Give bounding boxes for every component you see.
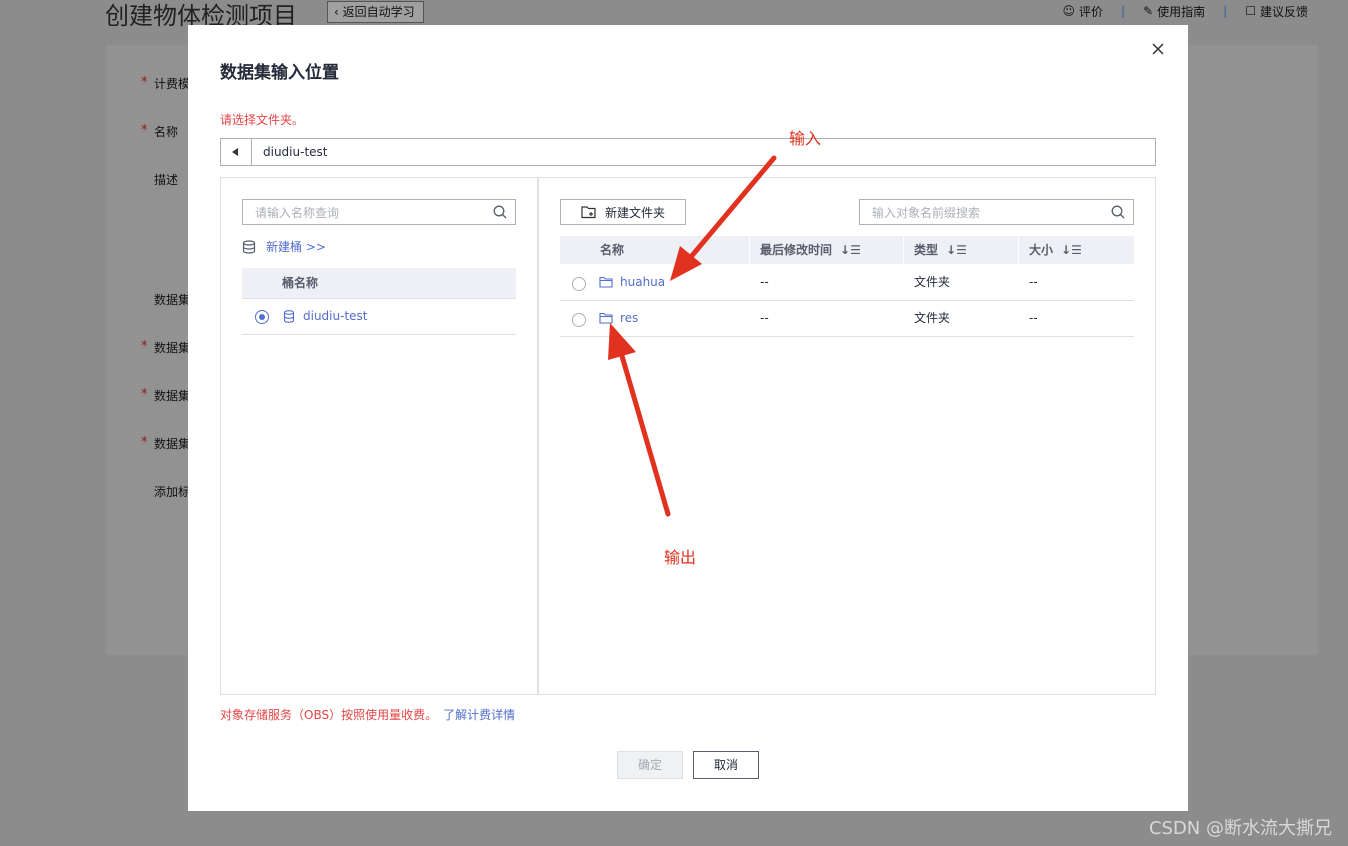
output-annotation: 输出 xyxy=(664,548,697,567)
annotation-arrows xyxy=(608,155,777,517)
output-arrow-shaft xyxy=(619,353,671,517)
input-annotation: 输入 xyxy=(789,129,822,148)
output-arrow-head xyxy=(608,323,636,360)
watermark: CSDN @断水流大撕兄 xyxy=(1148,818,1332,839)
input-arrow-shaft xyxy=(687,155,777,261)
